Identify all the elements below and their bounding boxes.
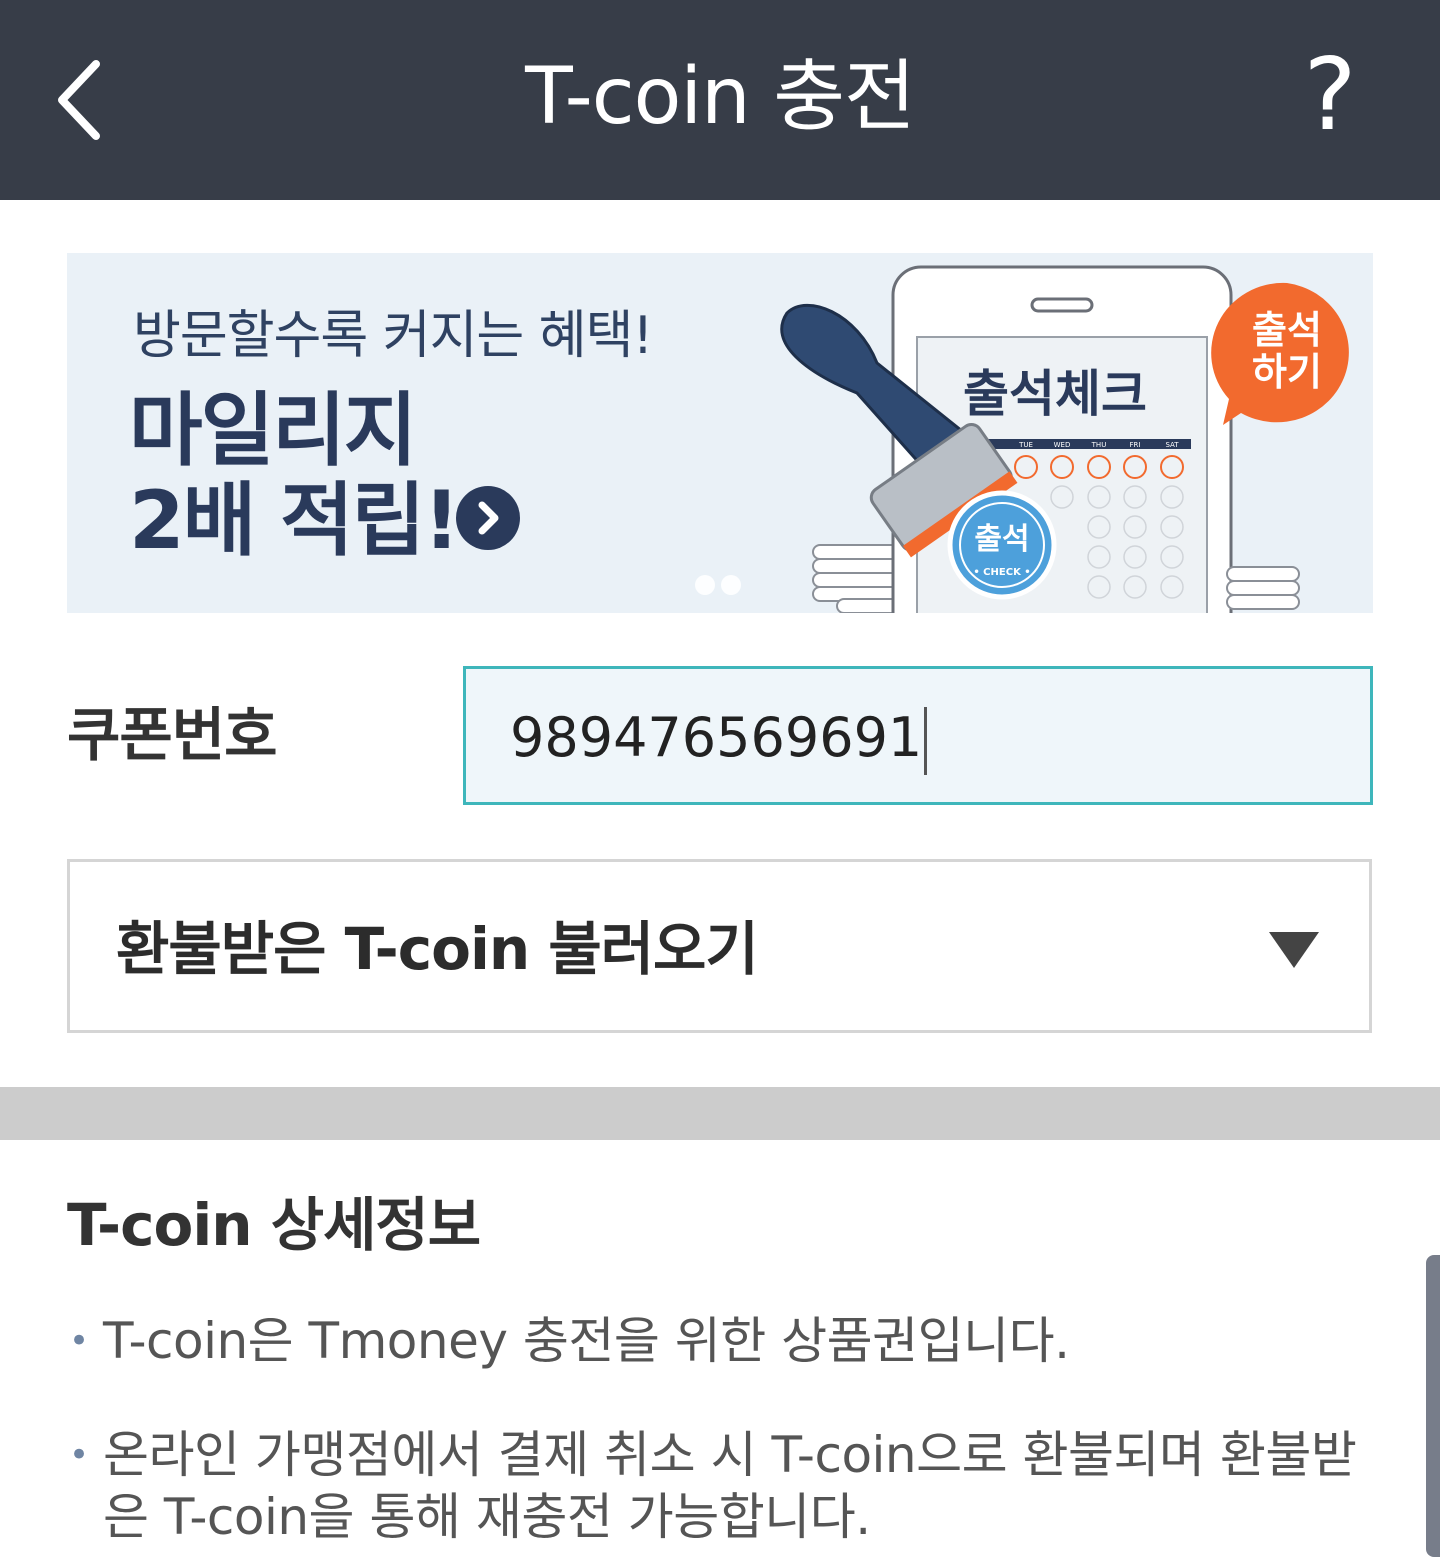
list-item-text: 온라인 가맹점에서 결제 취소 시 T-coin으로 환불되며 환불받은 T-c… <box>103 1426 1357 1546</box>
weekday-label: WED <box>1054 441 1071 449</box>
list-item-text: T-coin은 Tmoney 충전을 위한 상품권입니다. <box>103 1312 1070 1370</box>
list-item: • 온라인 가맹점에서 결제 취소 시 T-coin으로 환불되며 환불받은 T… <box>67 1424 1387 1548</box>
carousel-indicator <box>695 575 747 599</box>
promo-banner[interactable]: 방문할수록 커지는 혜택! 마일리지 2배 적립! 출석체크 TUE WED T… <box>67 253 1373 613</box>
stamp-subtext: • CHECK • <box>973 567 1030 578</box>
coupon-number-label: 쿠폰번호 <box>67 701 277 769</box>
scrollbar[interactable] <box>1426 1255 1440 1557</box>
stamp-text: 출석 <box>974 522 1029 557</box>
help-button[interactable]: ? <box>1290 40 1370 150</box>
refund-tcoin-dropdown[interactable]: 환불받은 T-coin 불러오기 <box>67 859 1372 1033</box>
bullet-icon: • <box>69 1321 89 1361</box>
carousel-dot <box>695 575 715 595</box>
refund-tcoin-dropdown-label: 환불받은 T-coin 불러오기 <box>116 915 759 983</box>
coupon-number-value: 989476569691 <box>510 706 923 769</box>
list-item: • T-coin은 Tmoney 충전을 위한 상품권입니다. <box>67 1310 1387 1372</box>
attendance-illustration: 출석체크 TUE WED THU FRI SAT 출석 • CHECK • 출석… <box>780 265 1349 613</box>
banner-headline-2: 2배 적립! <box>129 474 460 567</box>
weekday-label: TUE <box>1018 441 1033 449</box>
weekday-label: THU <box>1091 441 1107 449</box>
carousel-dot <box>721 575 741 595</box>
bubble-line-2: 하기 <box>1252 350 1322 394</box>
bullet-icon: • <box>69 1435 89 1475</box>
page-title: T-coin 충전 <box>525 52 916 142</box>
banner-subtitle: 방문할수록 커지는 혜택! <box>133 306 653 366</box>
weekday-label: FRI <box>1130 441 1141 449</box>
section-divider <box>0 1087 1440 1140</box>
tcoin-details-title: T-coin 상세정보 <box>67 1191 481 1259</box>
coupon-number-input[interactable]: 989476569691 <box>463 666 1373 805</box>
card-title: 출석체크 <box>963 365 1147 423</box>
banner-headline-1: 마일리지 <box>129 384 417 477</box>
text-caret <box>924 707 928 776</box>
app-bar: T-coin 충전 ? <box>0 0 1440 200</box>
weekday-label: SAT <box>1165 441 1179 449</box>
arrow-right-circle-icon <box>456 486 520 550</box>
dropdown-arrow-icon <box>1269 932 1319 968</box>
tcoin-details-list: • T-coin은 Tmoney 충전을 위한 상품권입니다. • 온라인 가맹… <box>67 1310 1387 1557</box>
bubble-line-1: 출석 <box>1252 308 1322 352</box>
